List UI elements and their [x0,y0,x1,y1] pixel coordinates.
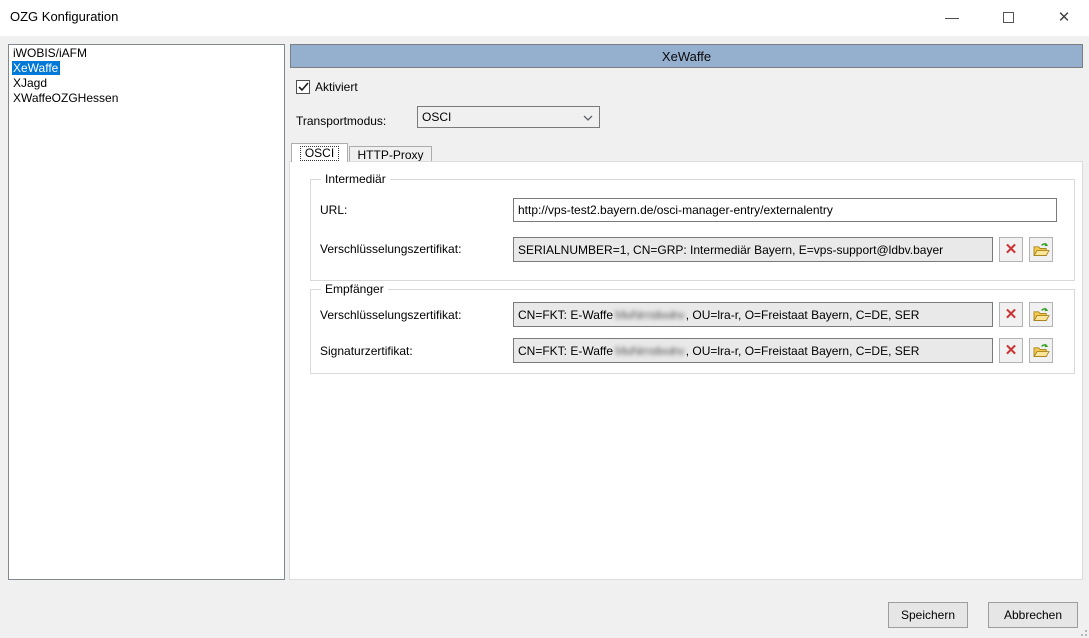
aktiviert-row: Aktiviert [296,79,358,95]
aktiviert-label: Aktiviert [315,80,358,94]
close-button[interactable]: ✕ [1047,4,1081,30]
redacted-segment: MwNrmsfwvlnv [615,344,684,358]
list-item-label: XJagd [12,76,49,90]
empfaenger-enc-cert-label: Verschlüsselungszertifikat: [320,308,461,322]
tab-osci[interactable]: OSCI [291,143,348,162]
signatur-cert-import-button[interactable] [1029,338,1053,363]
intermediaer-enc-cert-import-button[interactable] [1029,237,1053,262]
redacted-segment: MwNrmsfwvlnv [615,308,684,322]
empfaenger-enc-cert-import-button[interactable] [1029,302,1053,327]
cert-text-suffix: , OU=lra-r, O=Freistaat Bayern, C=DE, SE… [686,344,920,358]
panel-title: XeWaffe [662,49,711,64]
chevron-down-icon [583,115,593,121]
intermediaer-enc-cert-field: SERIALNUMBER=1, CN=GRP: Intermediär Baye… [513,237,993,262]
folder-open-icon [1033,242,1050,258]
intermediaer-enc-cert-label: Verschlüsselungszertifikat: [320,242,461,256]
signatur-cert-label: Signaturzertifikat: [320,344,413,358]
intermediaer-group-title: Intermediär [321,172,390,186]
intermediaer-enc-cert-remove-button[interactable]: ✕ [999,237,1023,262]
transportmodus-select[interactable]: OSCI [417,106,600,128]
list-item-label: iWOBIS/iAFM [12,46,89,60]
cert-text-prefix: CN=FKT: E-Waffe [518,308,613,322]
transportmodus-value: OSCI [422,110,451,124]
window-title: OZG Konfiguration [10,9,118,24]
cert-text-prefix: CN=FKT: E-Waffe [518,344,613,358]
delete-icon: ✕ [1005,343,1018,358]
panel-title-bar: XeWaffe [290,44,1083,68]
tab-osci-label: OSCI [300,146,339,161]
signatur-cert-field: CN=FKT: E-Waffe MwNrmsfwvlnv , OU=lra-r,… [513,338,993,363]
list-item-iwobis[interactable]: iWOBIS/iAFM [9,46,284,61]
cert-text-suffix: , OU=lra-r, O=Freistaat Bayern, C=DE, SE… [686,308,920,322]
url-input[interactable] [513,198,1057,222]
folder-open-icon [1033,307,1050,323]
cancel-button[interactable]: Abbrechen [988,602,1078,628]
list-item-xjagd[interactable]: XJagd [9,76,284,91]
titlebar: OZG Konfiguration — ✕ [0,0,1089,36]
minimize-button[interactable]: — [935,4,969,30]
folder-open-icon [1033,343,1050,359]
resize-grip[interactable] [1077,626,1087,636]
list-item-label: XWaffeOZGHessen [12,91,120,105]
check-icon [298,82,309,92]
empfaenger-enc-cert-field: CN=FKT: E-Waffe MwNrmsfwvlnv , OU=lra-r,… [513,302,993,327]
empfaenger-enc-cert-remove-button[interactable]: ✕ [999,302,1023,327]
close-icon: ✕ [1058,8,1071,26]
tab-http-proxy[interactable]: HTTP-Proxy [349,146,432,162]
intermediaer-group: Intermediär [310,179,1075,281]
empfaenger-group-title: Empfänger [321,282,388,296]
transportmodus-label: Transportmodus: [296,110,386,132]
delete-icon: ✕ [1005,307,1018,322]
maximize-button[interactable] [991,4,1025,30]
tab-http-proxy-label: HTTP-Proxy [358,148,424,162]
aktiviert-checkbox[interactable] [296,80,310,94]
ozg-konfiguration-window: OZG Konfiguration — ✕ iWOBIS/iAFM XeWaff… [0,0,1089,638]
url-label: URL: [320,203,347,217]
module-list[interactable]: iWOBIS/iAFM XeWaffe XJagd XWaffeOZGHesse… [8,44,285,580]
list-item-label: XeWaffe [12,61,60,75]
list-item-xewaffe[interactable]: XeWaffe [9,61,284,76]
minimize-icon: — [945,9,959,25]
signatur-cert-remove-button[interactable]: ✕ [999,338,1023,363]
delete-icon: ✕ [1005,242,1018,257]
intermediaer-enc-cert-value: SERIALNUMBER=1, CN=GRP: Intermediär Baye… [518,243,943,257]
list-item-xwaffeozghessen[interactable]: XWaffeOZGHessen [9,91,284,106]
maximize-icon [1003,12,1014,23]
save-button[interactable]: Speichern [888,602,968,628]
